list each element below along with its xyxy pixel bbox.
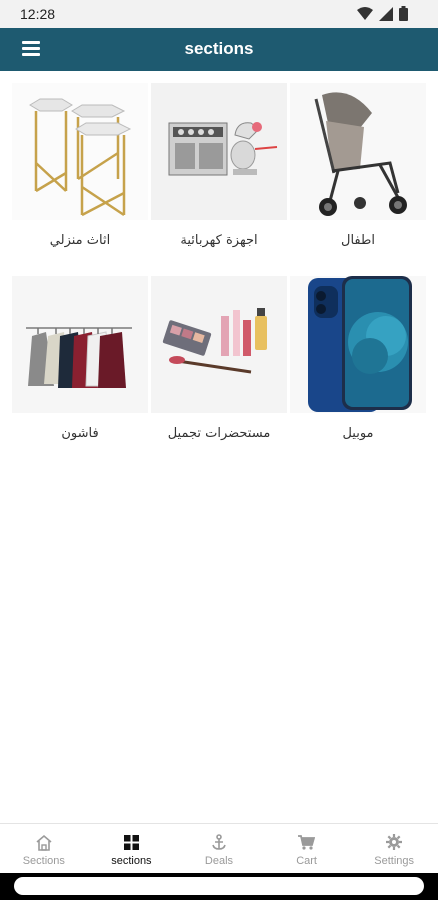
- section-tile-mobile[interactable]: موبيل: [290, 276, 426, 456]
- nav-label: Cart: [296, 855, 317, 867]
- nav-item-sections[interactable]: sections: [88, 824, 176, 874]
- nav-label: Sections: [22, 855, 65, 867]
- wifi-icon: [357, 6, 373, 26]
- cart-icon: [263, 833, 351, 851]
- app-bar: sections: [0, 28, 438, 71]
- nav-label: Deals: [204, 855, 234, 867]
- section-label: اطفال: [341, 233, 375, 248]
- nav-label: sections: [111, 855, 152, 867]
- appliances-image: [151, 83, 287, 220]
- stroller-image: [290, 83, 426, 220]
- furniture-tables-image: [12, 83, 148, 220]
- section-label: اثاث منزلي: [49, 233, 111, 248]
- section-tile-appliances[interactable]: اجهزة كهربائية: [151, 83, 287, 263]
- section-label: اجهزة كهربائية: [180, 233, 258, 248]
- section-label: مستحضرات تجميل: [167, 426, 271, 441]
- nav-item-cart[interactable]: Cart: [263, 824, 351, 874]
- anchor-icon: [175, 833, 263, 851]
- nav-item-sections-home[interactable]: Sections: [0, 824, 88, 874]
- section-tile-cosmetics[interactable]: مستحضرات تجميل: [151, 276, 287, 456]
- gear-icon: [350, 833, 438, 851]
- signal-icon: [379, 6, 393, 26]
- status-time: 12:28: [20, 6, 56, 22]
- nav-item-settings[interactable]: Settings: [350, 824, 438, 874]
- status-icons: [357, 6, 408, 26]
- home-icon: [0, 833, 88, 851]
- battery-icon: [399, 6, 408, 26]
- page-title: sections: [184, 39, 254, 58]
- nav-label: Settings: [374, 855, 415, 867]
- status-bar: 12:28: [0, 0, 438, 28]
- section-label: فاشون: [61, 426, 99, 441]
- mobile-phone-image: [290, 276, 426, 413]
- nav-item-deals[interactable]: Deals: [175, 824, 263, 874]
- clothes-rack-image: [12, 276, 148, 413]
- gesture-handle[interactable]: [14, 877, 424, 895]
- system-gesture-bar: [0, 873, 438, 900]
- grid-icon: [88, 833, 176, 851]
- bottom-nav: Sections sections Deals Cart Settings: [0, 823, 438, 874]
- section-tile-fashion[interactable]: فاشون: [12, 276, 148, 456]
- section-label: موبيل: [342, 426, 374, 441]
- section-tile-kids[interactable]: اطفال: [290, 83, 426, 263]
- section-tile-furniture[interactable]: اثاث منزلي: [12, 83, 148, 263]
- cosmetics-image: [151, 276, 287, 413]
